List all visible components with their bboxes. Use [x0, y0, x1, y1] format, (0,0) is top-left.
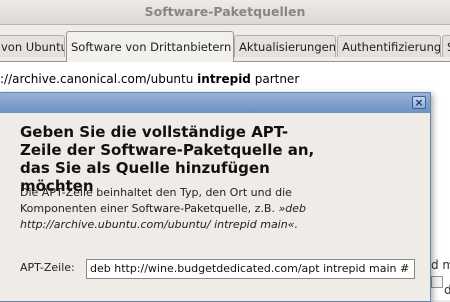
description-text: Die APT-Zeile beinhaltet den Typ, den Or…	[20, 186, 292, 215]
apt-line-label: APT-Zeile:	[20, 261, 75, 274]
source-suite: intrepid	[197, 72, 251, 86]
source-uri: ://archive.canonical.com/ubuntu	[0, 72, 198, 86]
tab-aktualisierungen[interactable]: Aktualisierungen	[234, 35, 336, 57]
tab-von-ubuntu[interactable]: von Ubuntu	[0, 35, 65, 57]
tab-label: von Ubuntu	[1, 40, 65, 54]
close-icon[interactable]: ×	[412, 96, 426, 109]
tab-authentifizierung[interactable]: Authentifizierung	[337, 35, 441, 57]
window-title: Software-Paketquellen	[144, 4, 306, 19]
add-source-dialog: × Geben Sie die vollständige APT-Zeile d…	[0, 92, 431, 302]
tab-label: Aktualisierungen	[239, 40, 336, 54]
tab-label: Software von Drittanbietern	[71, 40, 232, 54]
tab-statistik-partial[interactable]: S	[442, 35, 450, 57]
dialog-description: Die APT-Zeile beinhaltet den Typ, den Or…	[20, 185, 310, 233]
tab-strip: von Ubuntu Software von Drittanbietern A…	[0, 25, 450, 62]
source-component: partner	[250, 72, 300, 86]
source-list-row[interactable]: ://archive.canonical.com/ubuntu intrepid…	[0, 72, 450, 86]
tab-software-drittanbieter[interactable]: Software von Drittanbietern	[66, 31, 234, 62]
tab-label: Authentifizierung	[342, 40, 441, 54]
source-list-row-partial[interactable]: d m	[431, 258, 450, 272]
dialog-titlebar[interactable]: ×	[0, 93, 430, 113]
window-titlebar: Software-Paketquellen	[0, 0, 450, 25]
source-list-row-partial[interactable]: d m	[444, 283, 450, 297]
apt-line-input[interactable]: deb http://wine.budgetdedicated.com/apt …	[86, 259, 415, 279]
source-checkbox[interactable]	[431, 276, 443, 288]
